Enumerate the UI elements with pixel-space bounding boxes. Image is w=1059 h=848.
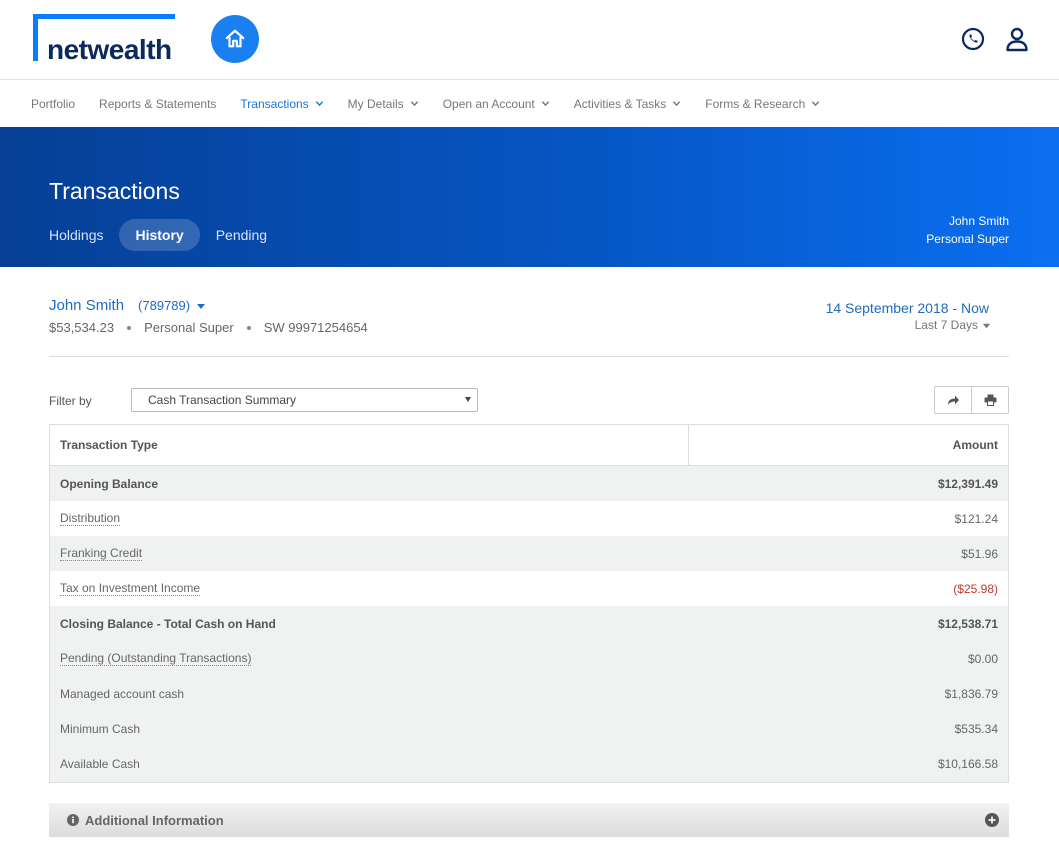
table-header: Transaction Type Amount: [50, 425, 1008, 466]
transaction-type-label: Available Cash: [60, 756, 140, 771]
top-bar: netwealth: [0, 0, 1059, 80]
table-row: Distribution $121.24: [50, 501, 1008, 536]
transaction-amount: $12,538.71: [937, 616, 998, 631]
transaction-type-label: Managed account cash: [60, 686, 185, 701]
separator-dot: [127, 325, 132, 330]
info-icon: [67, 814, 79, 826]
chevron-down-icon: [410, 101, 418, 107]
additional-information-title: Additional Information: [67, 813, 224, 828]
logo-bar-left: [33, 14, 38, 61]
transaction-amount: $121.24: [954, 511, 998, 526]
expand-plus-icon[interactable]: [985, 813, 999, 827]
table-row: Managed account cash $1,836.79: [50, 676, 1008, 711]
home-icon: [225, 29, 245, 48]
nav-item-label: My Details: [347, 96, 404, 111]
table-body: Opening Balance $12,391.49 Distribution $12…: [50, 466, 1008, 781]
nav-item-label: Activities & Tasks: [573, 96, 667, 111]
share-button[interactable]: [935, 387, 971, 413]
page-banner: Transactions Holdings History Pending John…: [0, 127, 1059, 267]
nav-item-my-details[interactable]: My Details: [348, 97, 419, 111]
account-meta: $53,534.23 Personal Super SW 99971254654: [49, 320, 368, 335]
transaction-type-link[interactable]: Franking Credit: [60, 546, 143, 561]
tab-history[interactable]: History: [119, 219, 200, 251]
share-arrow-icon: [947, 395, 959, 405]
table-row: Franking Credit $51.96: [50, 536, 1008, 571]
account-number: (789789): [138, 298, 191, 313]
nav-item-label: Transactions: [240, 96, 309, 111]
nav-item-forms-research[interactable]: Forms & Research: [705, 97, 820, 111]
additional-information-panel[interactable]: Additional Information: [49, 803, 1009, 837]
transaction-type-link[interactable]: Tax on Investment Income: [60, 581, 201, 596]
nav-item-reports-statements[interactable]: Reports & Statements: [99, 97, 216, 111]
account-selector[interactable]: John Smith (789789): [49, 297, 206, 314]
nav-item-label: Open an Account: [442, 96, 535, 111]
account-code: SW 99971254654: [263, 320, 368, 335]
banner-account-info: John Smith Personal Super: [926, 212, 1009, 248]
phone-icon[interactable]: [961, 27, 985, 51]
date-preset-label: Last 7 Days: [914, 318, 978, 332]
column-header-type[interactable]: Transaction Type: [50, 425, 689, 465]
account-name: John Smith: [49, 297, 125, 314]
transaction-type-label: Closing Balance - Total Cash on Hand: [60, 616, 276, 631]
nav-item-open-an-account[interactable]: Open an Account: [443, 97, 550, 111]
transaction-amount: $51.96: [961, 546, 998, 561]
nav-item-label: Reports & Statements: [99, 96, 217, 111]
select-arrow-icon: [465, 397, 471, 402]
user-icon[interactable]: [1005, 26, 1029, 52]
nav-item-transactions[interactable]: Transactions: [240, 97, 323, 111]
tab-pending[interactable]: Pending: [216, 219, 267, 251]
date-preset-dropdown[interactable]: Last 7 Days: [915, 318, 991, 332]
table-row: Pending (Outstanding Transactions) $0.00: [50, 641, 1008, 676]
transaction-type-link[interactable]: Pending (Outstanding Transactions): [60, 651, 252, 666]
transaction-amount: $0.00: [967, 651, 998, 666]
chevron-down-icon: [812, 101, 820, 107]
nav-item-label: Portfolio: [31, 96, 76, 111]
table-row: Closing Balance - Total Cash on Hand $12,…: [50, 606, 1008, 641]
filter-selected-value: Cash Transaction Summary: [148, 393, 297, 407]
account-balance: $53,534.23: [49, 320, 115, 335]
print-icon: [984, 394, 996, 406]
nav-item-activities-tasks[interactable]: Activities & Tasks: [574, 97, 681, 111]
print-button[interactable]: [971, 387, 1008, 413]
transaction-amount: $10,166.58: [937, 756, 998, 771]
table-row: Minimum Cash $535.34: [50, 711, 1008, 746]
sub-tabs: Holdings History Pending: [49, 219, 283, 251]
chevron-down-icon: [315, 101, 323, 107]
logo-bar-top: [33, 14, 175, 19]
transaction-type-label: Opening Balance: [60, 476, 159, 491]
banner-account-type: Personal Super: [926, 232, 1009, 246]
chevron-down-icon: [673, 101, 681, 107]
logo-wordmark: netwealth: [47, 34, 172, 65]
transactions-table: Transaction Type Amount Opening Balance $…: [49, 424, 1009, 783]
home-button[interactable]: [211, 15, 259, 63]
table-row: Opening Balance $12,391.49: [50, 466, 1008, 501]
date-range[interactable]: 14 September 2018 - Now: [826, 300, 989, 316]
transaction-amount: ($25.98): [953, 581, 998, 596]
netwealth-logo[interactable]: netwealth: [33, 14, 178, 65]
banner-user-name: John Smith: [948, 214, 1009, 228]
transaction-type-label: Minimum Cash: [60, 721, 141, 736]
section-divider: [49, 356, 1009, 357]
transaction-amount: $535.34: [954, 721, 998, 736]
separator-dot: [246, 325, 251, 330]
table-row: Tax on Investment Income ($25.98): [50, 571, 1008, 606]
additional-information-label: Additional Information: [85, 812, 224, 828]
nav-item-label: Forms & Research: [705, 96, 806, 111]
caret-down-icon: [197, 303, 206, 309]
caret-down-icon: [982, 323, 991, 328]
transaction-amount: $1,836.79: [944, 686, 998, 701]
filter-label: Filter by: [49, 394, 92, 408]
main-nav: Portfolio Reports & Statements Transaction…: [0, 80, 1059, 127]
nav-item-portfolio[interactable]: Portfolio: [31, 97, 75, 111]
chevron-down-icon: [541, 101, 549, 107]
transaction-amount: $12,391.49: [937, 476, 998, 491]
column-header-amount[interactable]: Amount: [689, 425, 1008, 465]
transaction-type-link[interactable]: Distribution: [60, 511, 121, 526]
table-row: Available Cash $10,166.58: [50, 746, 1008, 781]
table-tools: [934, 386, 1009, 414]
account-type: Personal Super: [144, 320, 234, 335]
tab-holdings[interactable]: Holdings: [49, 219, 103, 251]
filter-select[interactable]: Cash Transaction Summary: [131, 388, 478, 412]
page-title: Transactions: [49, 178, 180, 204]
